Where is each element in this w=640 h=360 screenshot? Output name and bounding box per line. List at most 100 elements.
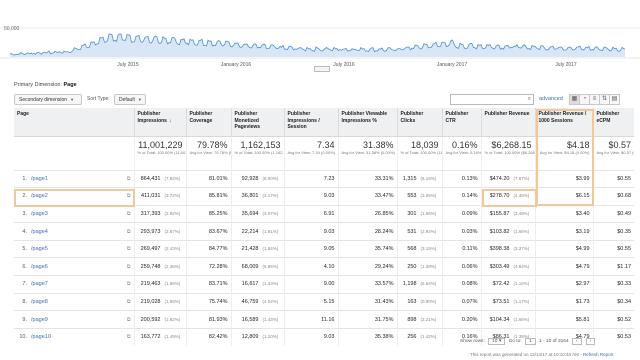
page-link[interactable]: /page9 xyxy=(31,317,48,323)
metric-cell: 200,592 (1.82%) xyxy=(133,310,186,329)
metric-cell: $1.17 xyxy=(592,257,634,276)
metric-cell: $4.99 xyxy=(534,239,593,258)
col-header-ecpm[interactable]: Publisher eCPM xyxy=(592,108,634,136)
metric-cell: 11.16 xyxy=(283,310,338,329)
metric-value: $474.20 xyxy=(489,175,510,182)
sort-type-dropdown[interactable]: Default ▼ xyxy=(114,94,146,105)
page-link[interactable]: /page4 xyxy=(31,229,48,235)
search-icon[interactable]: ⌕ xyxy=(528,96,531,103)
open-link-icon[interactable]: ⧉ xyxy=(127,317,131,323)
col-header-impressions[interactable]: Publisher Impressions ↓ xyxy=(133,108,186,136)
metric-cell: 568 (3.15%) xyxy=(396,239,442,258)
metric-value: $5.81 xyxy=(575,316,590,323)
open-link-icon[interactable]: ⧉ xyxy=(127,229,131,235)
refresh-report-link[interactable]: Refresh Report xyxy=(583,352,614,357)
col-header-revenue-per-1000-sessions[interactable]: Publisher Revenue / 1000 Sessions xyxy=(534,108,593,136)
page-link[interactable]: /page5 xyxy=(31,246,48,252)
metric-cell: $278.70 (4.45%) xyxy=(480,187,535,206)
open-link-icon[interactable]: ⧉ xyxy=(127,211,131,217)
prev-page-button[interactable]: ‹ xyxy=(571,338,582,345)
metric-percent: (4.84%) xyxy=(513,263,530,269)
metric-cell: 7.23 xyxy=(283,169,338,188)
metric-cell: 0.13% xyxy=(441,169,481,188)
total-value: 31.38% xyxy=(362,139,394,150)
metric-cell: 36,801 (3.17%) xyxy=(230,187,284,206)
goto-input[interactable]: 1 xyxy=(525,338,536,345)
next-page-button[interactable]: › xyxy=(585,338,596,345)
metric-cell: 0.03% xyxy=(441,222,481,241)
page-link[interactable]: /page6 xyxy=(31,264,48,270)
total-subtext: Avg for View: 79.78% (0.00%) xyxy=(189,149,232,155)
total-value: 79.78% xyxy=(196,139,228,150)
open-link-icon[interactable]: ⧉ xyxy=(127,176,131,182)
col-header-page[interactable]: Page xyxy=(14,108,134,136)
page-cell: 4. /page4 ⧉ xyxy=(14,222,134,241)
primary-dimension-label: Primary Dimension: xyxy=(14,82,62,88)
open-link-icon[interactable]: ⧉ xyxy=(127,264,131,270)
page-link[interactable]: /page1 xyxy=(31,176,48,182)
chart-scroll-handle[interactable] xyxy=(314,66,330,72)
show-rows-select[interactable]: 10 ▾ xyxy=(488,338,506,345)
page-link[interactable]: /page2 xyxy=(31,193,48,199)
col-header-impressions-per-session[interactable]: Publisher Impressions / Session xyxy=(283,108,338,136)
primary-dimension: Primary Dimension: Page xyxy=(14,82,77,88)
primary-dimension-value[interactable]: Page xyxy=(64,82,77,88)
page-link[interactable]: /page3 xyxy=(31,211,48,217)
metric-value: 200,592 xyxy=(140,316,161,323)
page-cell: 7. /page7 ⧉ xyxy=(14,275,134,294)
open-link-icon[interactable]: ⧉ xyxy=(127,281,131,287)
page-link[interactable]: /page7 xyxy=(31,281,48,287)
table-row: 7./page7 ⧉ 219,463 (1.99%) 83.71% 16,617 (1.43… xyxy=(14,275,634,294)
table-row: 2./page2 ⧉ 411,031 (3.72%) 85.81% 36,801 (3.17… xyxy=(14,187,634,206)
metric-cell: $1.73 xyxy=(534,292,593,311)
total-value: 18,039 xyxy=(410,139,439,150)
metric-value: 12,809 xyxy=(241,334,259,341)
metric-percent: (1.99%) xyxy=(164,281,181,287)
metric-cell: 531 (2.94%) xyxy=(396,222,442,241)
metric-value: 6.91 xyxy=(323,210,335,217)
metric-cell: 26.85% xyxy=(337,204,397,223)
metric-percent: (2.67%) xyxy=(164,228,181,234)
page-link[interactable]: /page10 xyxy=(31,334,51,340)
total-subtext: Avg for View: 7.34 (0.00%) xyxy=(287,149,335,155)
metric-cell: 219,463 (1.99%) xyxy=(133,275,186,294)
metric-value: 531 xyxy=(407,228,417,235)
metric-percent: (1.82%) xyxy=(164,316,181,322)
open-link-icon[interactable]: ⧉ xyxy=(127,193,131,199)
metric-percent: (1.84%) xyxy=(262,246,279,252)
metric-value: $103.82 xyxy=(489,228,510,235)
metric-cell: 85.81% xyxy=(185,187,231,206)
metric-cell: 9.00 xyxy=(283,275,338,294)
metric-value: 0.20% xyxy=(461,316,478,323)
metric-value: 9.05 xyxy=(323,246,335,253)
page-cell: 2. /page2 ⧉ xyxy=(14,187,134,206)
col-header-ctr[interactable]: Publisher CTR xyxy=(441,108,481,136)
metric-value: 0.03% xyxy=(461,228,478,235)
metric-cell: 35.38% xyxy=(337,327,397,346)
col-header-coverage[interactable]: Publisher Coverage xyxy=(185,108,231,136)
metric-cell: $5.81 xyxy=(534,310,593,329)
x-label-jan-2016: January 2016 xyxy=(221,62,252,68)
metric-value: 22,214 xyxy=(241,228,259,235)
open-link-icon[interactable]: ⧉ xyxy=(127,246,131,252)
col-header-clicks[interactable]: Publisher Clicks xyxy=(396,108,442,136)
report-table: Page Publisher Impressions ↓ Publisher Co… xyxy=(14,108,634,346)
advanced-filter-link[interactable]: advanced xyxy=(539,96,563,102)
metric-cell: 163,772 (1.49%) xyxy=(133,327,186,346)
pivot-view-icon[interactable]: ▤ xyxy=(609,94,620,105)
col-header-revenue[interactable]: Publisher Revenue xyxy=(480,108,535,136)
page-link[interactable]: /page8 xyxy=(31,299,48,305)
open-link-icon[interactable]: ⧉ xyxy=(127,334,131,340)
col-header-monetized-pageviews[interactable]: Publisher Monetized Pageviews xyxy=(230,108,284,136)
table-search-input[interactable]: ⌕ xyxy=(450,94,534,105)
metric-percent: (2.37%) xyxy=(513,246,530,252)
metric-value: $303.49 xyxy=(489,263,510,270)
col-header-viewable-impressions[interactable]: Publisher Viewable Impressions % xyxy=(337,108,397,136)
open-link-icon[interactable]: ⧉ xyxy=(127,299,131,305)
totals-empty-cell xyxy=(14,135,134,170)
secondary-dimension-dropdown[interactable]: Secondary dimension ▼ xyxy=(14,94,82,105)
metric-cell: $0.53 xyxy=(592,327,634,346)
metric-cell: $72.42 (1.16%) xyxy=(480,275,535,294)
metric-percent: (8.00%) xyxy=(262,175,279,181)
metric-cell: 68,009 (5.85%) xyxy=(230,257,284,276)
